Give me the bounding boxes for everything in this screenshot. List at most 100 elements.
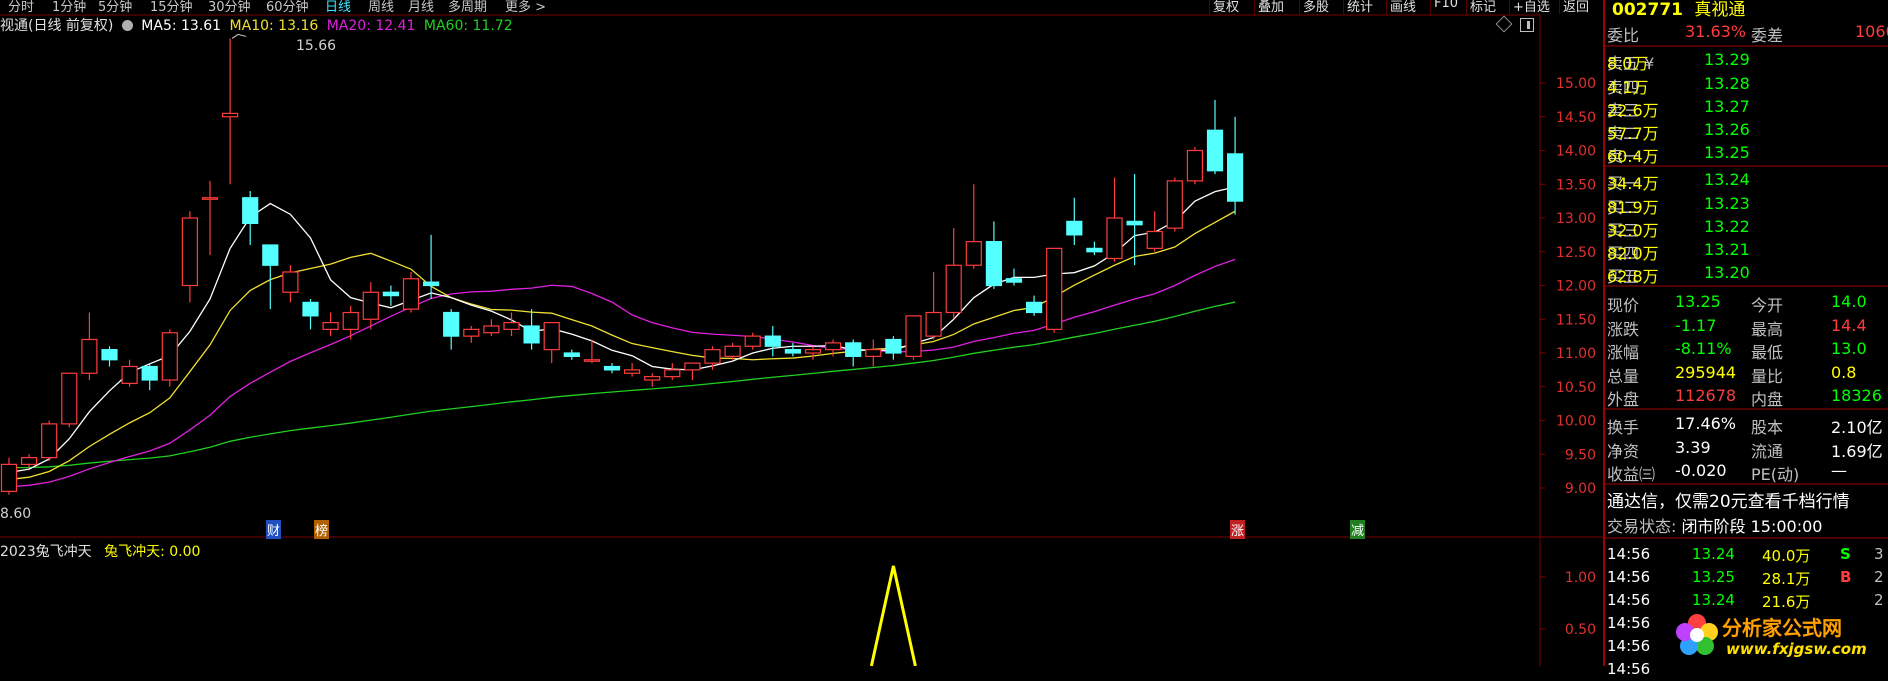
candle-down [443,311,460,337]
min-price-label: 8.60 [0,506,32,522]
trade-price: 13.24 [1692,545,1735,563]
y-tick-label: 12.50 [1556,245,1596,261]
y-tick-label: 11.00 [1556,346,1596,362]
candle-up [1046,247,1063,330]
trade-time: 14:56 [1607,614,1651,632]
indicator-header: 2023兔飞冲天 兔飞冲天: 0.00 [0,541,200,561]
stat-value: -1.17 [1675,316,1717,335]
stat-label-2: 最低 [1751,343,1784,362]
candle-up [463,328,480,337]
indicator-tick-label: 1.00 [1565,570,1596,586]
promo-text[interactable]: 通达信，仅需20元查看千档行情 [1607,487,1850,512]
ask-row-4: 卖一 13.25 60.4万 [1607,141,1888,166]
flower-icon [1676,614,1718,655]
candle-down [1206,129,1224,172]
candle-down [1066,220,1083,236]
candle-up [21,457,38,465]
indicator-signal-line [869,565,917,666]
bid-row-3: 买四 13.21 82.0万 [1607,238,1888,263]
trade-count: 2 [1874,568,1884,586]
candle-up [503,322,520,330]
candle-up [322,322,339,330]
stat-value: 295944 [1675,363,1737,382]
stat-value-2: 0.8 [1831,363,1857,382]
candle-down [302,301,319,317]
candle-up [1146,230,1163,249]
y-tick-label: 9.00 [1565,481,1596,497]
candle-up [0,463,18,492]
candle-down [985,241,1003,287]
ask-price: 13.29 [1704,50,1750,69]
marker-finance[interactable]: 财 [266,520,282,539]
bid-volume: 34.4万 [1607,174,1659,193]
candle-down [1086,247,1103,253]
candle-down [1126,220,1143,226]
trade-time: 14:56 [1607,568,1651,586]
watermark-url: www.fxjgsw.com [1726,640,1867,658]
bid-row-4: 买五 13.20 62.8万 [1607,261,1888,286]
fund-row-2: 收益㈢ -0.020 PE(动) — [1607,459,1888,484]
fund-label: 收益㈢ [1607,465,1656,484]
candle-down [563,352,580,357]
weibi-label: 委比 [1607,26,1640,45]
candle-down [523,325,540,344]
weicha-value: 1060 [1855,22,1888,41]
candle-up [1106,217,1123,260]
trade-count: 2 [1874,591,1884,609]
candle-down [1005,278,1023,283]
stat-value-2: 18326 [1831,386,1882,405]
candle-up [724,345,741,357]
candle-down [845,342,862,357]
fund-value-2: — [1831,461,1847,480]
candle-up [945,264,962,314]
bid-volume: 62.8万 [1607,267,1659,286]
candle-down [262,244,279,266]
y-tick-label: 9.50 [1565,447,1596,463]
candle-up [362,291,379,320]
stat-row-4: 外盘 112678 内盘 18326 [1607,384,1888,409]
indicator-value: 兔飞冲天: 0.00 [104,544,201,560]
trade-volume: 28.1万 [1762,570,1811,588]
fund-label-2: 股本 [1751,418,1784,437]
candle-down [764,335,781,347]
candle-up [664,369,681,378]
max-price-label: 15.66 [296,38,337,54]
y-tick-label: 14.50 [1556,110,1596,126]
candle-up [1186,149,1204,182]
candle-down [1226,153,1244,202]
y-tick-label: 14.00 [1556,144,1596,160]
weibi-row: 委比 31.63%委差 1060 [1607,20,1888,45]
marker-limit-up[interactable]: 涨 [1230,520,1246,539]
watermark-logo: 分析家公式网 www.fxjgsw.com [1672,608,1882,664]
stat-label-2: 今开 [1751,296,1784,315]
candle-up [804,349,822,354]
candle-up [282,271,299,293]
candle-up [905,315,922,357]
ask-price: 13.28 [1704,74,1750,93]
fund-row-1: 净资 3.39 流通 1.69亿 [1607,436,1888,461]
trade-price: 13.24 [1692,591,1735,609]
fund-value: 17.46% [1675,414,1737,433]
trade-status-value: 闭市阶段 15:00:00 [1681,517,1823,536]
marker-list[interactable]: 榜 [314,520,330,539]
stat-label: 外盘 [1607,390,1640,409]
candle-up [965,241,982,266]
marker-reduce[interactable]: 减 [1350,520,1366,539]
trade-row: 14:56 13.24 40.0万 S 3 [1607,543,1888,566]
stock-name: 真视通 [1694,0,1746,20]
candle-down [382,291,399,297]
weibi-value: 31.63% [1685,22,1747,41]
bid-price: 13.21 [1704,240,1750,259]
stock-code: 002771 [1612,0,1683,20]
stat-row-1: 涨跌 -1.17 最高 14.4 [1607,314,1888,339]
indicator-name: 2023兔飞冲天 [0,544,92,560]
candle-up [865,349,882,357]
stat-row-2: 涨幅 -8.11% 最低 13.0 [1607,337,1888,362]
candle-down [101,349,118,361]
candle-down [141,365,158,381]
fund-value: -0.020 [1675,461,1727,480]
candle-up [342,311,359,330]
ask-row-3: 卖二 13.26 57.7万 [1607,118,1888,143]
candle-up [704,349,721,364]
stat-label: 现价 [1607,296,1640,315]
